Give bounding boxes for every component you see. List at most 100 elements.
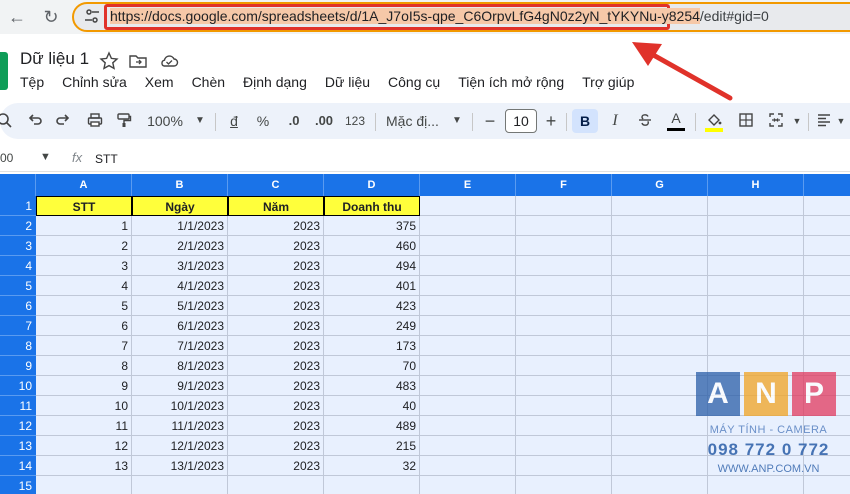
menu-file[interactable]: Tệp <box>20 74 52 94</box>
table-header-cell[interactable]: Ngày <box>132 196 228 216</box>
table-cell[interactable]: 249 <box>324 316 420 336</box>
table-cell[interactable]: 2023 <box>228 416 324 436</box>
empty-cell[interactable] <box>420 196 516 216</box>
table-cell[interactable]: 4/1/2023 <box>132 276 228 296</box>
column-header-d[interactable]: D <box>324 174 420 196</box>
empty-cell[interactable] <box>804 216 850 236</box>
table-cell[interactable]: 423 <box>324 296 420 316</box>
table-cell[interactable]: 2023 <box>228 436 324 456</box>
number-format-button[interactable]: 123 <box>342 109 368 133</box>
font-size-input[interactable]: 10 <box>505 109 537 133</box>
empty-cell[interactable] <box>804 276 850 296</box>
table-cell[interactable]: 70 <box>324 356 420 376</box>
empty-cell[interactable] <box>612 316 708 336</box>
zoom-dropdown-icon[interactable]: ▼ <box>190 109 210 133</box>
table-cell[interactable]: 4 <box>36 276 132 296</box>
move-folder-icon[interactable] <box>128 51 148 71</box>
table-cell[interactable]: 2023 <box>228 256 324 276</box>
empty-cell[interactable] <box>420 316 516 336</box>
table-cell[interactable]: 2023 <box>228 316 324 336</box>
site-info-icon[interactable] <box>84 8 100 24</box>
table-cell[interactable]: 215 <box>324 436 420 456</box>
table-cell[interactable]: 12 <box>36 436 132 456</box>
row-header[interactable]: 7 <box>0 316 36 336</box>
horizontal-align-icon[interactable] <box>814 109 834 133</box>
bold-button[interactable]: B <box>572 109 598 133</box>
merge-dropdown-icon[interactable]: ▼ <box>790 109 804 133</box>
zoom-select[interactable]: 100% <box>142 109 188 133</box>
decrease-font-size-icon[interactable]: − <box>480 109 500 133</box>
table-cell[interactable]: 2 <box>36 236 132 256</box>
column-header-h[interactable]: H <box>708 174 804 196</box>
empty-cell[interactable] <box>516 236 612 256</box>
table-cell[interactable]: 7 <box>36 336 132 356</box>
empty-cell[interactable] <box>420 416 516 436</box>
cloud-status-icon[interactable] <box>159 51 179 71</box>
empty-cell[interactable] <box>516 416 612 436</box>
empty-cell[interactable] <box>612 476 708 494</box>
paint-format-icon[interactable] <box>113 109 135 133</box>
table-cell[interactable]: 2023 <box>228 216 324 236</box>
row-header[interactable]: 5 <box>0 276 36 296</box>
redo-icon[interactable] <box>52 109 74 133</box>
table-cell[interactable]: 5/1/2023 <box>132 296 228 316</box>
row-header[interactable]: 2 <box>0 216 36 236</box>
increase-decimal-button[interactable]: .00 <box>311 109 337 133</box>
menu-tools[interactable]: Công cụ <box>388 74 448 94</box>
empty-cell[interactable] <box>612 456 708 476</box>
name-box[interactable]: 00 <box>0 151 13 165</box>
formula-input[interactable]: STT <box>95 152 118 166</box>
menu-extensions[interactable]: Tiện ích mở rộng <box>458 74 572 94</box>
table-cell[interactable]: 9 <box>36 376 132 396</box>
empty-cell[interactable] <box>708 236 804 256</box>
row-header[interactable]: 6 <box>0 296 36 316</box>
empty-cell[interactable] <box>420 476 516 494</box>
empty-cell[interactable] <box>612 416 708 436</box>
increase-font-size-icon[interactable]: + <box>541 109 561 133</box>
empty-cell[interactable] <box>516 356 612 376</box>
font-select[interactable]: Mặc đị... <box>386 109 450 133</box>
document-title[interactable]: Dữ liệu 1 <box>20 49 89 69</box>
empty-cell[interactable] <box>36 476 132 494</box>
empty-cell[interactable] <box>612 396 708 416</box>
empty-cell[interactable] <box>612 276 708 296</box>
row-header[interactable]: 13 <box>0 436 36 456</box>
empty-cell[interactable] <box>516 276 612 296</box>
table-cell[interactable]: 6/1/2023 <box>132 316 228 336</box>
row-header[interactable]: 3 <box>0 236 36 256</box>
text-color-button[interactable]: A <box>664 109 688 133</box>
empty-cell[interactable] <box>516 456 612 476</box>
table-cell[interactable]: 460 <box>324 236 420 256</box>
row-header[interactable]: 1 <box>0 196 36 216</box>
fill-color-icon[interactable] <box>702 109 726 133</box>
table-cell[interactable]: 2023 <box>228 456 324 476</box>
empty-cell[interactable] <box>708 216 804 236</box>
table-header-cell[interactable]: STT <box>36 196 132 216</box>
italic-button[interactable]: I <box>603 109 627 133</box>
empty-cell[interactable] <box>804 296 850 316</box>
empty-cell[interactable] <box>612 336 708 356</box>
table-cell[interactable]: 1 <box>36 216 132 236</box>
empty-cell[interactable] <box>804 196 850 216</box>
empty-cell[interactable] <box>804 236 850 256</box>
column-header-e[interactable]: E <box>420 174 516 196</box>
table-cell[interactable]: 494 <box>324 256 420 276</box>
menu-insert[interactable]: Chèn <box>192 74 233 94</box>
table-cell[interactable]: 11/1/2023 <box>132 416 228 436</box>
table-cell[interactable]: 2023 <box>228 376 324 396</box>
empty-cell[interactable] <box>516 476 612 494</box>
empty-cell[interactable] <box>228 476 324 494</box>
empty-cell[interactable] <box>612 216 708 236</box>
table-cell[interactable]: 1/1/2023 <box>132 216 228 236</box>
empty-cell[interactable] <box>516 336 612 356</box>
url-text[interactable]: https://docs.google.com/spreadsheets/d/1… <box>110 8 769 24</box>
reload-icon[interactable]: ↻ <box>40 6 62 28</box>
decrease-decimal-button[interactable]: .0 <box>282 109 306 133</box>
table-cell[interactable]: 2023 <box>228 356 324 376</box>
empty-cell[interactable] <box>420 376 516 396</box>
menu-help[interactable]: Trợ giúp <box>582 74 642 94</box>
percent-format-button[interactable]: % <box>253 109 273 133</box>
empty-cell[interactable] <box>420 256 516 276</box>
currency-format-button[interactable]: đ <box>224 109 244 133</box>
empty-cell[interactable] <box>804 256 850 276</box>
